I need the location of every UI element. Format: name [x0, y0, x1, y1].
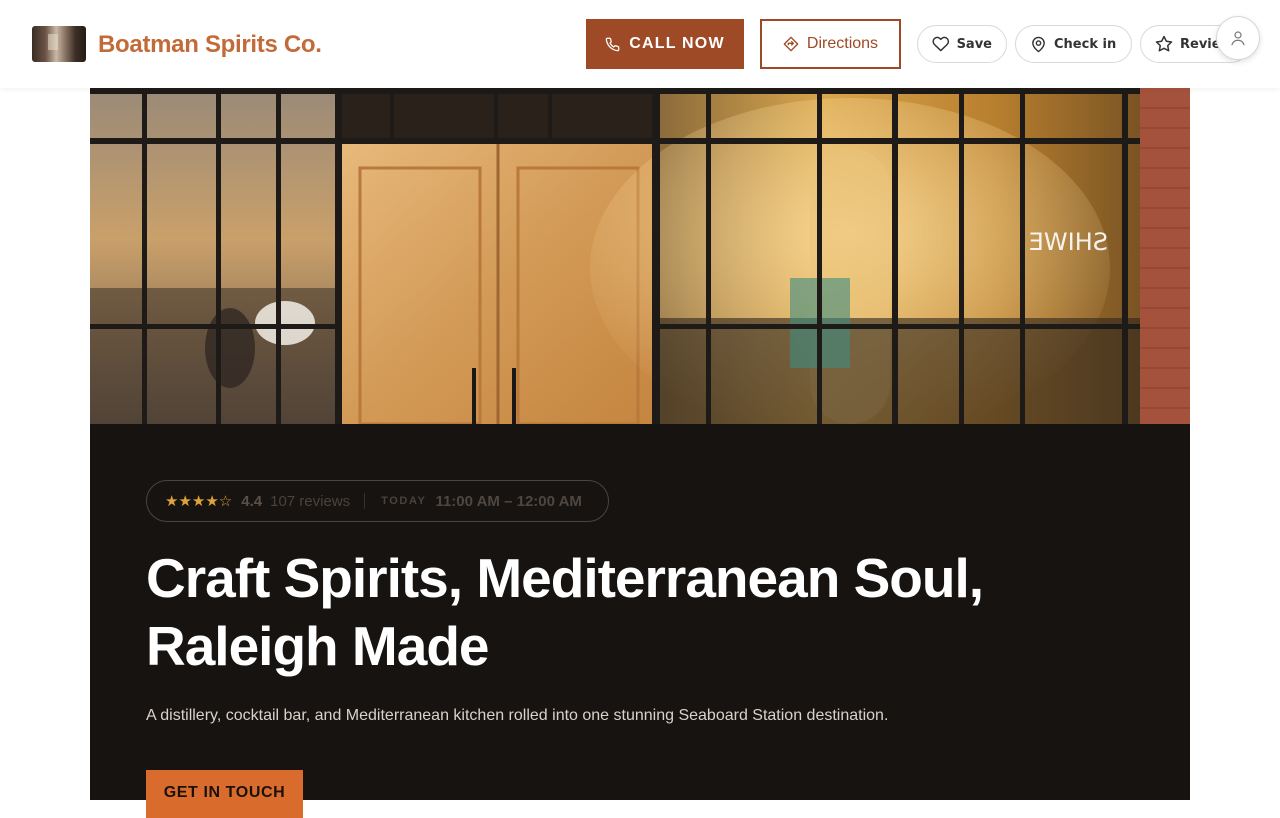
logo-thumbnail[interactable]: [32, 26, 86, 62]
save-label: Save: [956, 36, 992, 52]
get-in-touch-button[interactable]: GET IN TOUCH: [146, 770, 303, 818]
call-now-label: CALL NOW: [629, 35, 725, 52]
user-icon: [1231, 31, 1245, 46]
save-button[interactable]: Save: [917, 25, 1007, 63]
directions-label: Directions: [806, 35, 879, 52]
hero-image: SHIWE: [90, 88, 1190, 424]
divider: [364, 493, 366, 509]
hero-subheading: A distillery, cocktail bar, and Mediterr…: [146, 707, 889, 724]
review-count[interactable]: 107 reviews: [270, 493, 350, 510]
rating-hours-pill: ★★★★☆ 4.4 107 reviews TODAY 11:00 AM – 1…: [146, 480, 609, 522]
heart-icon: [932, 36, 950, 52]
directions-icon: [783, 36, 799, 52]
window-lettering: SHIWE: [1029, 228, 1108, 256]
directions-button[interactable]: Directions: [760, 19, 901, 69]
get-in-touch-label: GET IN TOUCH: [163, 784, 286, 801]
today-label: TODAY: [381, 495, 427, 507]
check-in-button[interactable]: Check in: [1015, 25, 1132, 63]
site-header: Boatman Spirits Co. CALL NOW Directions …: [0, 0, 1280, 88]
hero-headline: Craft Spirits, Mediterranean Soul, Ralei…: [146, 547, 984, 677]
call-now-button[interactable]: CALL NOW: [586, 19, 744, 69]
location-pin-icon: [1032, 36, 1045, 52]
star-icon: [1155, 35, 1173, 52]
phone-icon: [605, 37, 620, 51]
storefront-photo: SHIWE: [90, 88, 1190, 424]
check-in-label: Check in: [1054, 36, 1117, 52]
opening-hours: 11:00 AM – 12:00 AM: [435, 492, 582, 510]
rating-value: 4.4: [241, 492, 263, 510]
user-avatar-button[interactable]: [1216, 16, 1260, 60]
brand-name[interactable]: Boatman Spirits Co.: [98, 31, 322, 59]
star-rating: ★★★★☆: [165, 492, 233, 510]
hero-content-panel: ★★★★☆ 4.4 107 reviews TODAY 11:00 AM – 1…: [90, 424, 1190, 818]
